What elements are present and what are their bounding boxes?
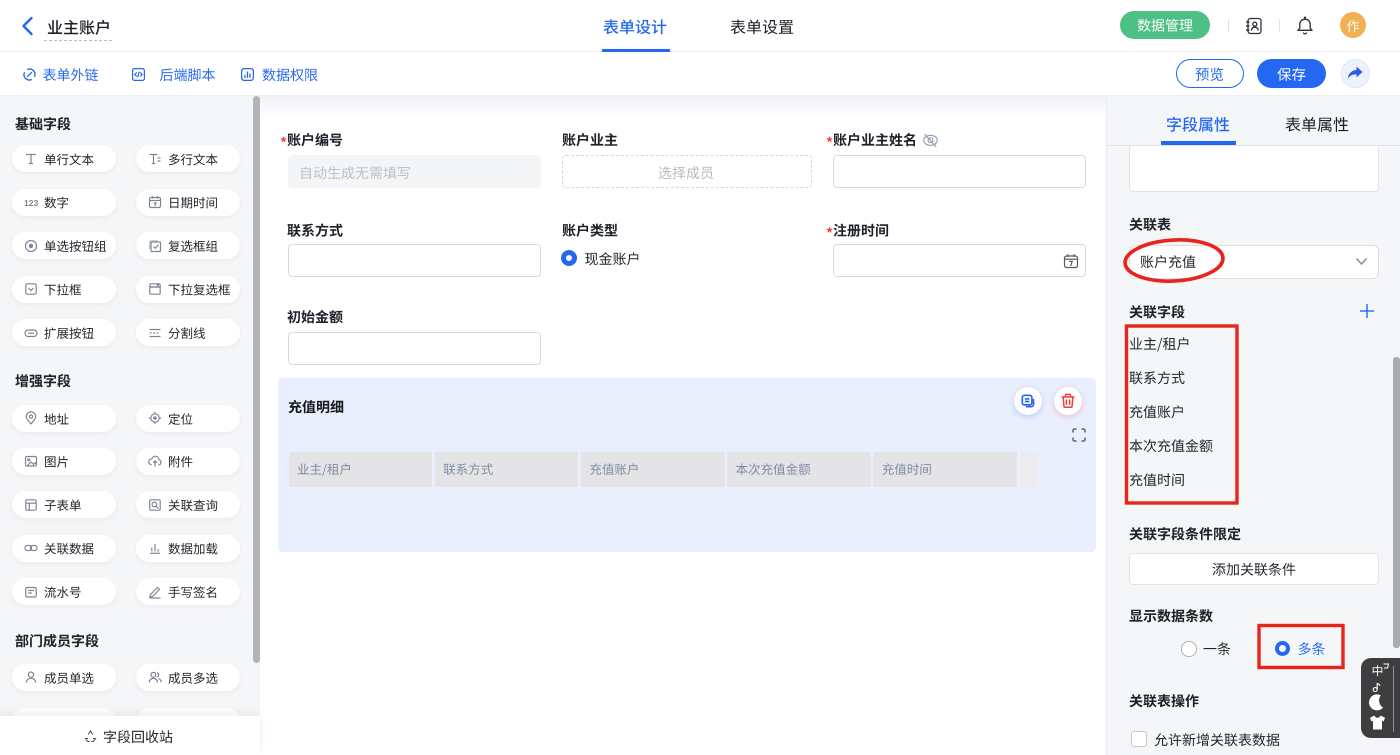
svg-text:123: 123 — [24, 198, 38, 208]
